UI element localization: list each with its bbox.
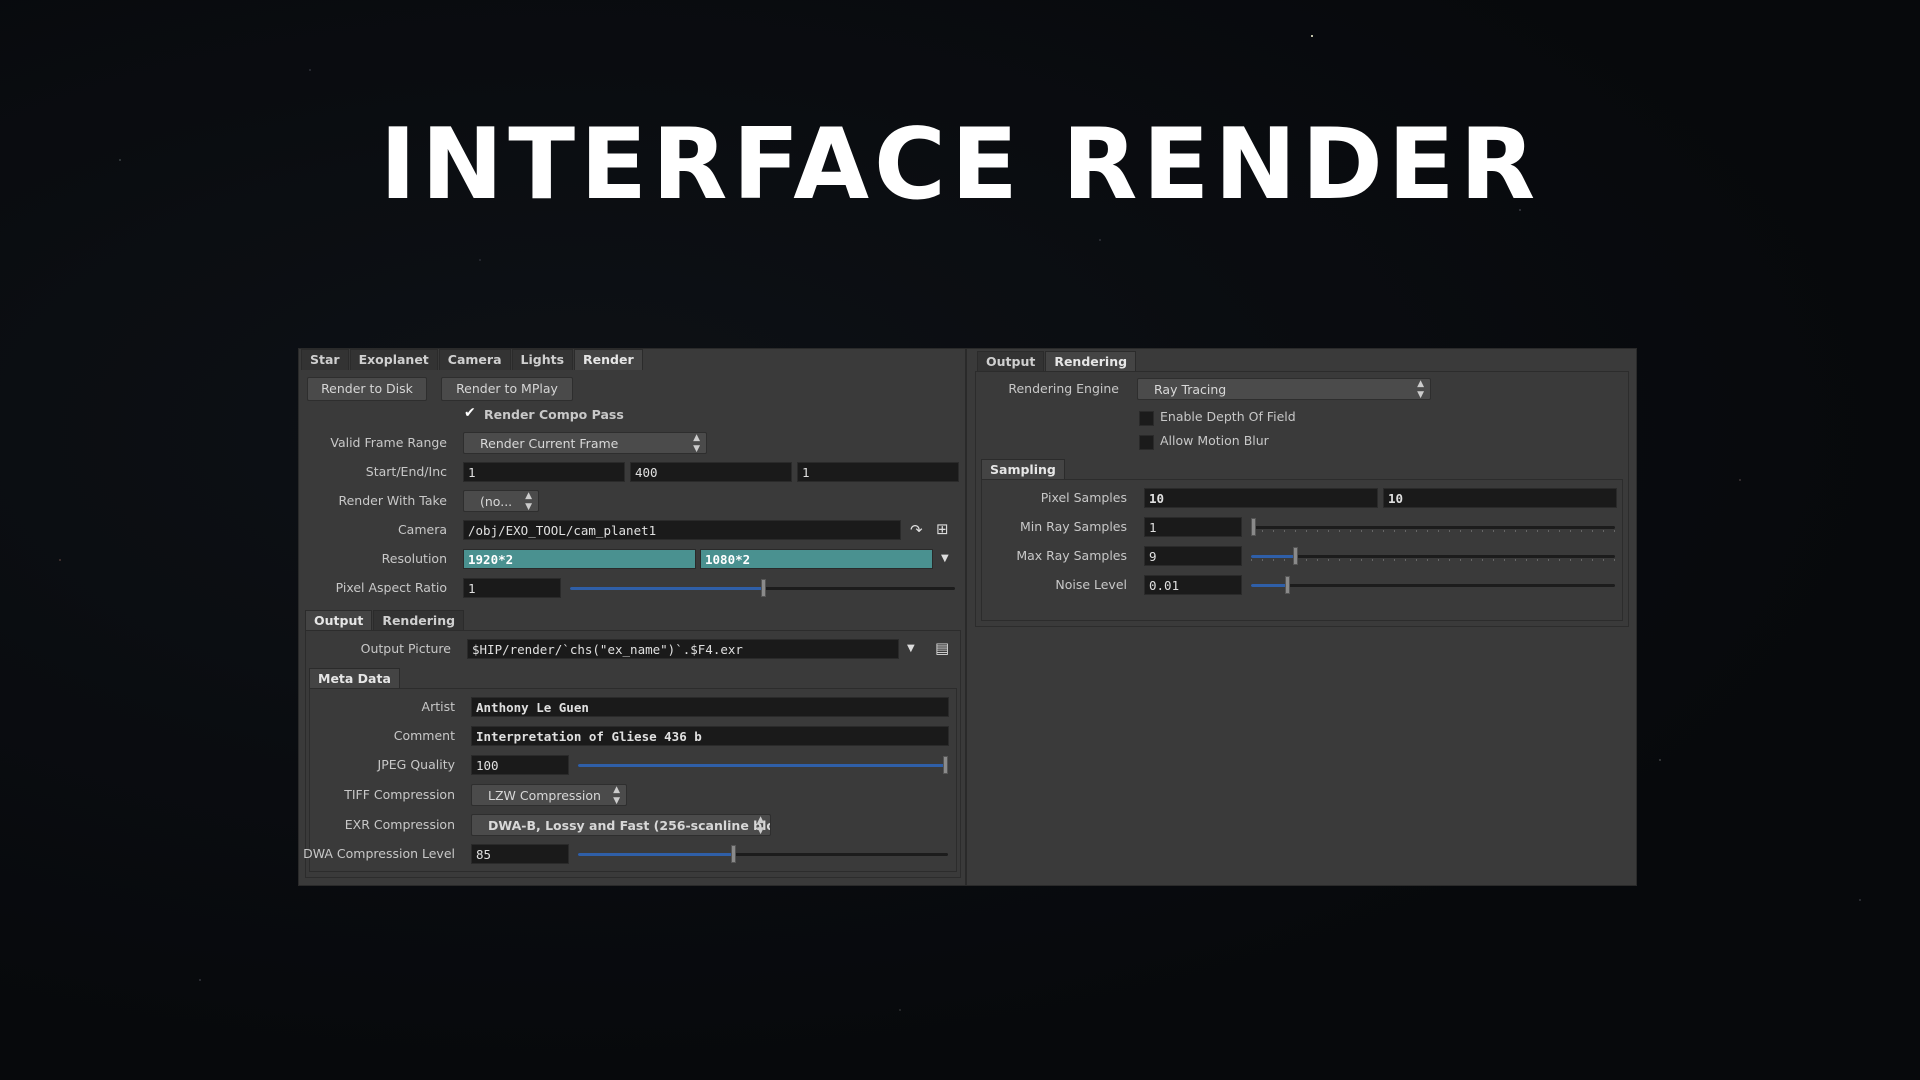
slider-handle[interactable] <box>761 579 766 597</box>
node-chooser-icon[interactable]: ⊞ <box>936 520 949 538</box>
slider-handle[interactable] <box>731 845 736 863</box>
file-browse-icon[interactable]: ▤ <box>935 639 949 657</box>
chevron-down-icon[interactable]: ▼ <box>907 640 915 658</box>
enable-dof-label: Enable Depth Of Field <box>1160 409 1296 424</box>
frame-end-field[interactable]: 400 <box>630 462 792 482</box>
max-ray-samples-field[interactable]: 9 <box>1144 546 1242 566</box>
rendering-engine-label: Rendering Engine <box>1008 381 1119 396</box>
right-tabs: Output Rendering <box>977 351 1137 372</box>
min-ray-samples-label: Min Ray Samples <box>1020 519 1127 534</box>
slider-handle[interactable] <box>1285 576 1290 594</box>
valid-frame-range-value: Render Current Frame <box>480 436 619 451</box>
render-with-take-dropdown[interactable]: (no... ▲ ▼ <box>463 490 539 512</box>
render-node-panel: Star Exoplanet Camera Lights Render Rend… <box>298 348 966 886</box>
dwa-level-field[interactable]: 85 <box>471 844 569 864</box>
tab-meta-data[interactable]: Meta Data <box>309 668 400 689</box>
min-ray-samples-field[interactable]: 1 <box>1144 517 1242 537</box>
tab-render[interactable]: Render <box>574 349 643 370</box>
allow-motion-blur-label: Allow Motion Blur <box>1160 433 1269 448</box>
tiff-compression-value: LZW Compression <box>488 788 601 803</box>
node-tabs: Star Exoplanet Camera Lights Render <box>301 349 644 370</box>
rendering-engine-dropdown[interactable]: Ray Tracing ▲ ▼ <box>1137 378 1431 400</box>
camera-label: Camera <box>397 522 447 537</box>
jpeg-quality-field[interactable]: 100 <box>471 755 569 775</box>
comment-label: Comment <box>393 728 455 743</box>
valid-frame-range-dropdown[interactable]: Render Current Frame ▲ ▼ <box>463 432 707 454</box>
updown-arrows-icon: ▲ ▼ <box>613 785 620 806</box>
pixel-aspect-label: Pixel Aspect Ratio <box>335 580 447 595</box>
tiff-compression-dropdown[interactable]: LZW Compression ▲ ▼ <box>471 784 627 806</box>
artist-field[interactable]: Anthony Le Guen <box>471 697 949 717</box>
updown-arrows-icon: ▲ ▼ <box>693 433 700 454</box>
pixel-aspect-field[interactable]: 1 <box>463 578 561 598</box>
rendering-engine-value: Ray Tracing <box>1154 382 1227 397</box>
tiff-compression-label: TIFF Compression <box>344 787 455 802</box>
start-end-inc-label: Start/End/Inc <box>365 464 447 479</box>
meta-tabs: Meta Data <box>309 668 401 689</box>
noise-level-label: Noise Level <box>1055 577 1127 592</box>
updown-arrows-icon: ▲ ▼ <box>1417 379 1424 400</box>
render-with-take-value: (no... <box>480 494 513 509</box>
pixel-samples-y-field[interactable]: 10 <box>1383 488 1617 508</box>
tab-rendering-right[interactable]: Rendering <box>1045 351 1137 372</box>
frame-inc-field[interactable]: 1 <box>797 462 959 482</box>
resolution-y-field[interactable]: 1080*2 <box>700 549 933 569</box>
page-title: INTERFACE RENDER <box>379 108 1541 222</box>
noise-level-field[interactable]: 0.01 <box>1144 575 1242 595</box>
min-ray-samples-slider[interactable] <box>1251 517 1615 537</box>
dwa-level-slider[interactable] <box>578 844 948 864</box>
comment-field[interactable]: Interpretation of Gliese 436 b <box>471 726 949 746</box>
resolution-label: Resolution <box>381 551 447 566</box>
jump-arrow-icon[interactable]: ↷ <box>910 521 923 539</box>
frame-start-field[interactable]: 1 <box>463 462 625 482</box>
enable-dof-checkbox[interactable] <box>1139 411 1154 426</box>
camera-path-field[interactable]: /obj/EXO_TOOL/cam_planet1 <box>463 520 901 540</box>
max-ray-samples-label: Max Ray Samples <box>1016 548 1127 563</box>
output-tabs: Output Rendering <box>305 610 465 631</box>
slider-handle[interactable] <box>1251 518 1256 536</box>
tab-output-right[interactable]: Output <box>977 351 1045 372</box>
updown-arrows-icon: ▲ ▼ <box>525 491 532 512</box>
updown-arrows-icon: ▲ ▼ <box>757 815 764 836</box>
rendering-settings-panel: Output Rendering Rendering Engine Ray Tr… <box>966 348 1637 886</box>
dwa-level-label: DWA Compression Level <box>303 846 455 861</box>
render-compo-pass-label: Render Compo Pass <box>484 407 624 422</box>
render-to-mplay-button[interactable]: Render to MPlay <box>441 377 573 401</box>
tab-sampling[interactable]: Sampling <box>981 459 1065 480</box>
exr-compression-label: EXR Compression <box>344 817 455 832</box>
jpeg-quality-slider[interactable] <box>578 755 948 775</box>
render-compo-pass-checkmark-icon[interactable]: ✔ <box>464 405 476 421</box>
slider-handle[interactable] <box>943 756 948 774</box>
tab-lights[interactable]: Lights <box>511 349 574 370</box>
tab-star[interactable]: Star <box>301 349 349 370</box>
allow-motion-blur-checkbox[interactable] <box>1139 435 1154 450</box>
jpeg-quality-label: JPEG Quality <box>377 757 455 772</box>
exr-compression-value: DWA-B, Lossy and Fast (256-scanline bloc… <box>488 818 771 833</box>
tab-rendering[interactable]: Rendering <box>373 610 465 631</box>
max-ray-samples-slider[interactable] <box>1251 546 1615 566</box>
render-to-disk-button[interactable]: Render to Disk <box>307 377 427 401</box>
tab-camera[interactable]: Camera <box>438 349 511 370</box>
render-with-take-label: Render With Take <box>338 493 447 508</box>
resolution-x-field[interactable]: 1920*2 <box>463 549 696 569</box>
pixel-samples-label: Pixel Samples <box>1040 490 1127 505</box>
tab-output[interactable]: Output <box>305 610 373 631</box>
output-picture-label: Output Picture <box>360 641 451 656</box>
exr-compression-dropdown[interactable]: DWA-B, Lossy and Fast (256-scanline bloc… <box>471 814 771 836</box>
noise-level-slider[interactable] <box>1251 575 1615 595</box>
slider-handle[interactable] <box>1293 547 1298 565</box>
valid-frame-range-label: Valid Frame Range <box>330 435 447 450</box>
sampling-tabs: Sampling <box>981 459 1066 480</box>
pixel-samples-x-field[interactable]: 10 <box>1144 488 1378 508</box>
artist-label: Artist <box>421 699 455 714</box>
tab-exoplanet[interactable]: Exoplanet <box>349 349 438 370</box>
pixel-aspect-slider[interactable] <box>570 578 955 598</box>
chevron-down-icon[interactable]: ▼ <box>941 550 949 568</box>
output-picture-field[interactable]: $HIP/render/`chs("ex_name")`.$F4.exr <box>467 639 899 659</box>
